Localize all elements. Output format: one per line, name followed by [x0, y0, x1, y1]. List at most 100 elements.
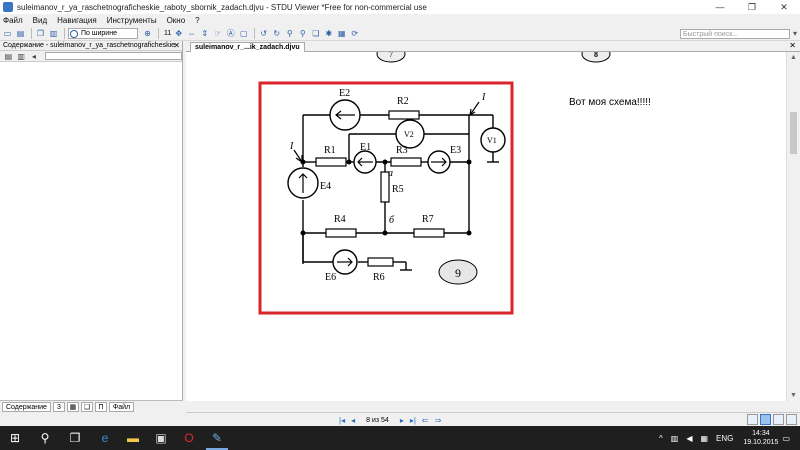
- zoom-icon: [70, 30, 78, 38]
- pages-icon[interactable]: ▥: [48, 28, 59, 39]
- network-icon[interactable]: ▥: [671, 434, 679, 443]
- menu-file[interactable]: Файл: [3, 16, 23, 25]
- copy-icon[interactable]: ❐: [35, 28, 46, 39]
- next-page-icon[interactable]: ▸: [400, 416, 404, 425]
- show-hidden-icons-icon[interactable]: ^: [659, 434, 663, 443]
- language-indicator[interactable]: ENG: [716, 434, 733, 443]
- svg-text:I: I: [481, 92, 486, 103]
- resistor-r7: [413, 228, 445, 238]
- zoom-in-icon[interactable]: ⊕: [142, 28, 153, 39]
- svg-text:V1: V1: [487, 136, 497, 145]
- notifications-icon[interactable]: ▭: [782, 434, 790, 443]
- minimize-button[interactable]: —: [704, 0, 736, 14]
- search-icon[interactable]: ⚲: [38, 431, 52, 445]
- continuous-icon[interactable]: [773, 414, 784, 425]
- document-tab[interactable]: suleimanov_r_...ik_zadach.djvu: [190, 42, 305, 52]
- tab-pages[interactable]: 3: [52, 401, 65, 412]
- scroll-up-icon[interactable]: ▲: [790, 54, 797, 61]
- edge-browser-icon[interactable]: e: [98, 431, 112, 445]
- hand-tool-icon[interactable]: ☞: [212, 28, 223, 39]
- single-page-icon[interactable]: [760, 414, 771, 425]
- document-panel: suleimanov_r_...ik_zadach.djvu ✕ 7 8 E2 …: [186, 41, 800, 412]
- select-text-icon[interactable]: Ⓐ: [225, 28, 236, 39]
- prev-page-icon[interactable]: ◂: [351, 416, 355, 425]
- menu-view[interactable]: Вид: [33, 16, 47, 25]
- svg-text:R1: R1: [324, 145, 336, 156]
- find-icon[interactable]: ⚲: [284, 28, 295, 39]
- rotate-left-icon[interactable]: ↺: [258, 28, 269, 39]
- sidebar-close-icon[interactable]: ✕: [173, 41, 180, 50]
- print-icon[interactable]: ▤: [15, 28, 26, 39]
- page-number-8: 8: [594, 52, 598, 59]
- menu-tools[interactable]: Инструменты: [107, 16, 157, 25]
- tab-contents[interactable]: Содержание: [2, 401, 51, 412]
- thumbnails-icon[interactable]: ▦: [336, 28, 347, 39]
- open-folder-icon[interactable]: ▭: [2, 28, 13, 39]
- document-view[interactable]: 7 8 E2 R2 I V1 V2 R1 E1 R3 E3 I E4 a R5 …: [186, 52, 786, 401]
- keyboard-icon[interactable]: ▦: [700, 434, 708, 443]
- tab-bookmarks-icon[interactable]: ❏: [80, 401, 93, 412]
- find-next-icon[interactable]: ⚲: [297, 28, 308, 39]
- store-icon[interactable]: ▣: [154, 431, 168, 445]
- page-number-7: 7: [389, 52, 393, 59]
- prev-icon[interactable]: ◂: [29, 51, 40, 62]
- svg-text:R3: R3: [396, 145, 408, 156]
- page-indicator[interactable]: 8 из 54: [366, 417, 389, 424]
- last-page-icon[interactable]: ▸|: [410, 416, 416, 425]
- pan-icon[interactable]: ✥: [173, 28, 184, 39]
- menu-help[interactable]: ?: [195, 16, 199, 25]
- windows-start-icon[interactable]: ⊞: [8, 431, 22, 445]
- stdu-viewer-icon[interactable]: ✎: [206, 431, 228, 450]
- tab-notes[interactable]: П: [94, 401, 107, 412]
- expand-icon[interactable]: ▤: [3, 51, 14, 62]
- close-button[interactable]: ✕: [768, 0, 800, 14]
- svg-text:I: I: [289, 141, 294, 152]
- page-number-field[interactable]: 11: [164, 30, 171, 37]
- rotate-right-icon[interactable]: ↻: [271, 28, 282, 39]
- scroll-thumb[interactable]: [790, 112, 797, 154]
- refresh-icon[interactable]: ⟳: [349, 28, 360, 39]
- app-window: suleimanov_r_ya_raschetnograficheskie_ra…: [0, 0, 800, 426]
- first-page-icon[interactable]: |◂: [339, 416, 345, 425]
- svg-text:R7: R7: [422, 214, 434, 225]
- document-tab-close-icon[interactable]: ✕: [789, 41, 796, 50]
- tab-thumbnails-icon[interactable]: ▦: [66, 401, 79, 412]
- fit-page-icon[interactable]: ⇕: [199, 28, 210, 39]
- view-mode-buttons: [745, 414, 797, 425]
- fit-width-icon[interactable]: ⇔: [186, 28, 197, 39]
- maximize-button[interactable]: ❐: [736, 0, 768, 14]
- vertical-scrollbar[interactable]: ▲ ▼: [786, 52, 800, 401]
- volume-icon[interactable]: ◀: [686, 434, 692, 443]
- two-page-icon[interactable]: [786, 414, 797, 425]
- quick-search-input[interactable]: Быстрый поиск...: [680, 29, 790, 39]
- sidebar-tabs: Содержание 3 ▦ ❏ П Файл: [0, 400, 183, 412]
- task-view-icon[interactable]: ❐: [68, 431, 82, 445]
- file-explorer-icon[interactable]: ▬: [126, 431, 140, 445]
- collapse-icon[interactable]: ▥: [16, 51, 27, 62]
- settings-icon[interactable]: ✱: [323, 28, 334, 39]
- night-mode-icon[interactable]: [747, 414, 758, 425]
- scroll-down-icon[interactable]: ▼: [790, 392, 797, 399]
- opera-browser-icon[interactable]: O: [182, 431, 196, 445]
- toolbar-separator: [64, 28, 65, 39]
- user-annotation: Вот моя схема!!!!!: [569, 97, 651, 108]
- svg-text:V2: V2: [404, 130, 414, 139]
- tab-file[interactable]: Файл: [108, 401, 135, 412]
- svg-text:E2: E2: [339, 88, 350, 99]
- forward-icon[interactable]: ⇒: [435, 416, 442, 425]
- svg-text:a: a: [388, 168, 393, 179]
- select-area-icon[interactable]: ▢: [238, 28, 249, 39]
- svg-text:R6: R6: [373, 272, 385, 283]
- sidebar-filter-input[interactable]: [45, 52, 183, 60]
- menu-navigation[interactable]: Навигация: [57, 16, 97, 25]
- bookmark-icon[interactable]: ❏: [310, 28, 321, 39]
- zoom-select[interactable]: По ширине: [68, 28, 138, 39]
- resistor-r1: [315, 157, 347, 167]
- search-dropdown-icon[interactable]: ▾: [793, 29, 797, 38]
- toolbar-separator: [158, 28, 159, 39]
- resistor-r3: [390, 157, 422, 167]
- clock[interactable]: 14:34 19.10.2015: [743, 429, 778, 447]
- back-icon[interactable]: ⇐: [422, 416, 429, 425]
- menu-window[interactable]: Окно: [167, 16, 186, 25]
- zoom-label: По ширине: [81, 30, 117, 37]
